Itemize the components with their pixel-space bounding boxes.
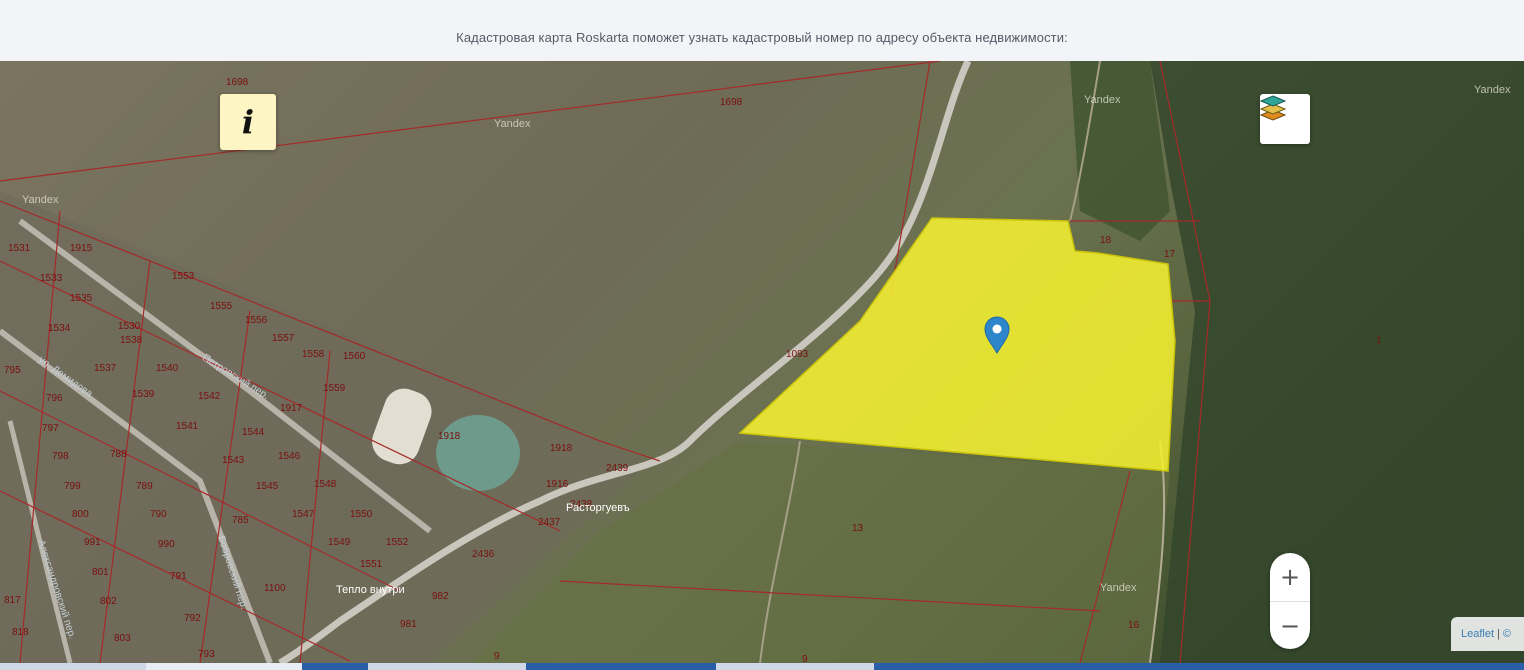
zoom-control: + − — [1270, 553, 1310, 649]
copyright-link[interactable]: © — [1503, 628, 1511, 640]
taskbar-item[interactable] — [716, 663, 874, 670]
parcel-label: 788 — [110, 449, 127, 460]
parcel-label: 790 — [150, 509, 167, 520]
parcel-label: 1543 — [222, 455, 245, 466]
poi-label-teplo: Тепло внутри — [336, 584, 405, 596]
parcel-label: 1560 — [343, 351, 366, 362]
parcel-label: 1556 — [245, 315, 268, 326]
parcel-label: 1549 — [328, 537, 351, 548]
yandex-watermark: Yandex — [1474, 84, 1511, 96]
parcel-label: 797 — [42, 423, 59, 434]
parcel-label: 1544 — [242, 427, 265, 438]
parcel-label: 799 — [64, 481, 81, 492]
parcel-label: 796 — [46, 393, 63, 404]
parcel-label: 802 — [100, 596, 117, 607]
layers-icon — [1260, 95, 1286, 121]
parcel-label: 1542 — [198, 391, 221, 402]
yandex-watermark: Yandex — [1100, 582, 1137, 594]
parcel-label: 982 — [432, 591, 449, 602]
parcel-label: 785 — [232, 515, 249, 526]
parcel-label: 818 — [12, 627, 29, 638]
yandex-watermark: Yandex — [494, 118, 531, 130]
parcel-label: 1100 — [264, 583, 286, 594]
parcel-label: 1916 — [546, 479, 569, 490]
parcel-label: 789 — [136, 481, 153, 492]
parcel-label: 991 — [84, 537, 101, 548]
zoom-in-button[interactable]: + — [1270, 553, 1310, 602]
parcel-label: 1553 — [172, 271, 195, 282]
parcel-label: 2437 — [538, 517, 561, 528]
parcel-label: 792 — [184, 613, 201, 624]
zoom-out-button[interactable]: − — [1270, 602, 1310, 650]
parcel-label: 803 — [114, 633, 131, 644]
parcel-label: 1 — [1376, 335, 1382, 346]
parcel-label: 1915 — [70, 243, 93, 254]
info-button[interactable]: i — [220, 94, 276, 150]
parcel-label: 793 — [198, 649, 215, 660]
parcel-label: 1537 — [94, 363, 117, 374]
pond — [436, 415, 520, 491]
banner-text: Кадастровая карта Roskarta поможет узнат… — [456, 30, 1068, 45]
parcel-label: 9 — [494, 651, 500, 662]
parcel-label: 1550 — [350, 509, 373, 520]
parcel-label: 1698 — [720, 97, 743, 108]
parcel-label: 1555 — [210, 301, 233, 312]
parcel-label: 13 — [852, 523, 864, 534]
leaflet-link[interactable]: Leaflet — [1461, 628, 1494, 640]
parcel-label: 1552 — [386, 537, 409, 548]
info-icon: i — [241, 103, 255, 141]
parcel-label: 1558 — [302, 349, 325, 360]
parcel-label: 798 — [52, 451, 69, 462]
parcel-label: 981 — [400, 619, 417, 630]
taskbar — [0, 663, 1524, 670]
parcel-label: 1918 — [550, 443, 573, 454]
parcel-label: 17 — [1164, 249, 1176, 260]
parcel-label: 1545 — [256, 481, 279, 492]
parcel-label: 1535 — [70, 293, 93, 304]
parcel-label: 16 — [1128, 620, 1140, 631]
parcel-label: 2436 — [472, 549, 495, 560]
parcel-label: 1541 — [176, 421, 199, 432]
yandex-watermark: Yandex — [1084, 94, 1121, 106]
parcel-label: 1917 — [280, 403, 303, 414]
parcel-label: 1533 — [40, 273, 63, 284]
parcel-label: 18 — [1100, 235, 1112, 246]
parcel-label: 1546 — [278, 451, 301, 462]
parcel-label: 1918 — [438, 431, 461, 442]
map-canvas[interactable]: 1698 1698 1915 1531 1533 1535 1555 1556 … — [0, 61, 1524, 663]
parcel-label: 1698 — [226, 77, 249, 88]
parcel-label: 1538 — [120, 335, 143, 346]
parcel-label: 801 — [92, 567, 109, 578]
yandex-watermark: Yandex — [22, 194, 59, 206]
forest-area — [1150, 61, 1524, 663]
parcel-label: 2439 — [606, 463, 629, 474]
parcel-label: 9 — [802, 654, 808, 663]
parcel-label: 1548 — [314, 479, 337, 490]
parcel-label: 1539 — [132, 389, 155, 400]
parcel-label: 1531 — [8, 243, 31, 254]
parcel-label: 800 — [72, 509, 89, 520]
taskbar-item[interactable] — [146, 663, 302, 670]
poi-label-rastorguev: Расторгуевъ — [566, 502, 630, 514]
attribution: Leaflet | © — [1451, 617, 1524, 651]
parcel-label: 1547 — [292, 509, 315, 520]
parcel-label: 1559 — [323, 383, 346, 394]
attribution-separator: | — [1497, 628, 1500, 640]
parcel-label: 795 — [4, 365, 21, 376]
parcel-label: 791 — [170, 571, 187, 582]
taskbar-item[interactable] — [368, 663, 526, 670]
parcel-label: 1534 — [48, 323, 71, 334]
parcel-label: 1540 — [156, 363, 179, 374]
parcel-label: 1551 — [360, 559, 383, 570]
layers-button[interactable] — [1260, 94, 1310, 144]
parcel-label: 1093 — [786, 349, 809, 360]
parcel-label: 817 — [4, 595, 21, 606]
parcel-label: 1530 — [118, 321, 141, 332]
top-bar: Кадастровая карта Roskarta поможет узнат… — [0, 0, 1524, 62]
parcel-label: 1557 — [272, 333, 295, 344]
parcel-label: 990 — [158, 539, 175, 550]
